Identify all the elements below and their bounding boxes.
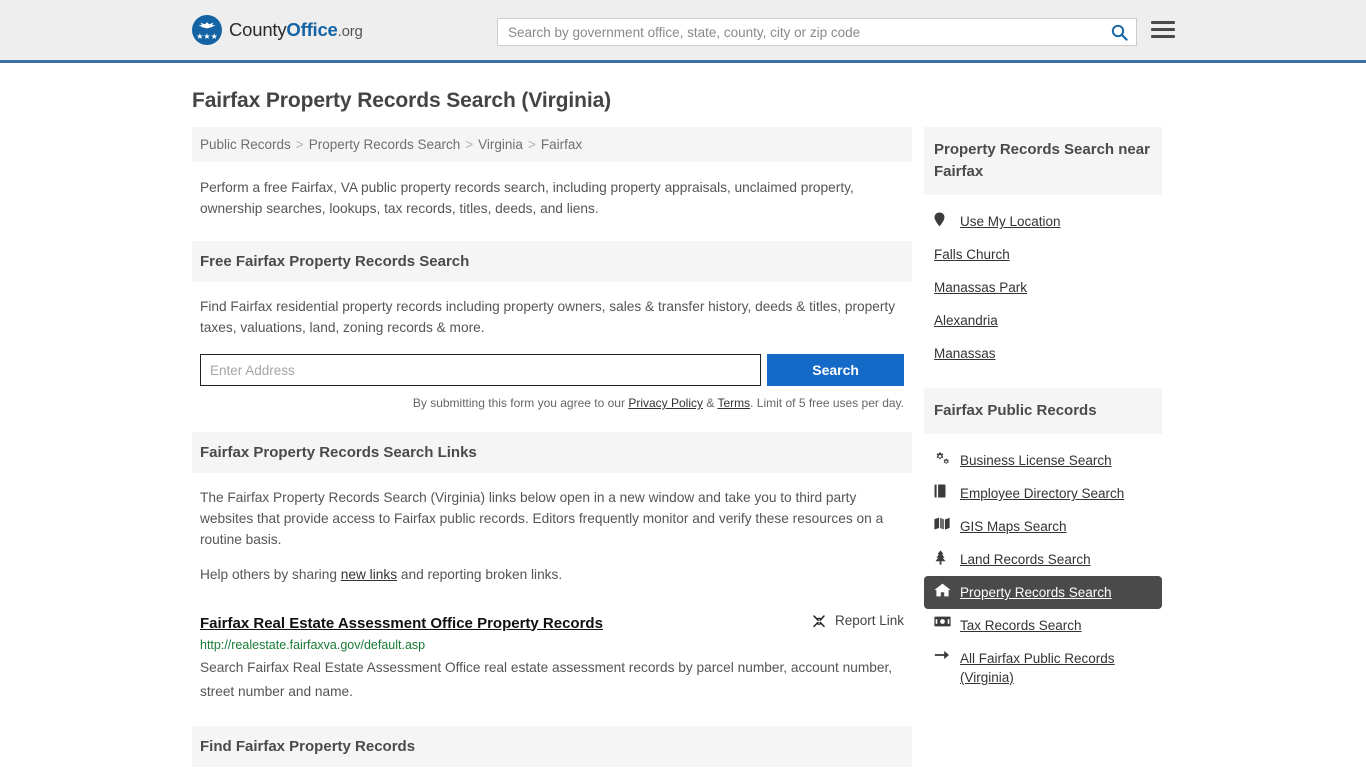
sidebar-item-label[interactable]: All Fairfax Public Records (Virginia) xyxy=(960,649,1152,687)
sidebar-item-label[interactable]: Tax Records Search xyxy=(960,616,1082,635)
sidebar-item-manassas[interactable]: Manassas xyxy=(924,337,1162,370)
hamburger-bar xyxy=(1151,28,1175,31)
sidebar-item-label[interactable]: GIS Maps Search xyxy=(960,517,1067,536)
header-search-box[interactable] xyxy=(497,18,1137,46)
money-icon xyxy=(934,616,951,627)
sidebar-item-employee-directory-search[interactable]: Employee Directory Search xyxy=(924,477,1162,510)
hamburger-menu-icon[interactable] xyxy=(1151,21,1175,38)
report-link-label: Report Link xyxy=(834,613,904,628)
form-disclaimer: By submitting this form you agree to our… xyxy=(200,396,904,410)
help-prefix: Help others by sharing xyxy=(200,567,341,582)
sidebar-item-gis-maps-search[interactable]: GIS Maps Search xyxy=(924,510,1162,543)
page-title: Fairfax Property Records Search (Virgini… xyxy=(192,89,612,112)
sidebar-item-land-records-search[interactable]: Land Records Search xyxy=(924,543,1162,576)
sidebar-item-business-license-search[interactable]: Business License Search xyxy=(924,444,1162,477)
sidebar-item-falls-church[interactable]: Falls Church xyxy=(924,238,1162,271)
search-button[interactable]: Search xyxy=(767,354,904,386)
eagle-seal-icon: ★★★ xyxy=(192,15,222,45)
logo-wordmark: CountyOffice.org xyxy=(229,19,363,41)
disclaimer-suffix: . Limit of 5 free uses per day. xyxy=(750,396,904,410)
site-header: ★★★ CountyOffice.org xyxy=(0,0,1366,63)
home-icon xyxy=(934,583,951,597)
links-section-heading: Fairfax Property Records Search Links xyxy=(192,432,912,473)
sidebar-item-label[interactable]: Falls Church xyxy=(934,245,1010,264)
link-result-item: Fairfax Real Estate Assessment Office Pr… xyxy=(192,599,912,704)
sidebar-public-records-list: Business License Search Employee Directo… xyxy=(924,434,1162,694)
book-icon xyxy=(934,484,951,498)
links-help-line: Help others by sharing new links and rep… xyxy=(200,564,904,585)
free-search-heading: Free Fairfax Property Records Search xyxy=(192,241,912,282)
sidebar-item-manassas-park[interactable]: Manassas Park xyxy=(924,271,1162,304)
logo-text-county: County xyxy=(229,19,287,40)
links-section-body: The Fairfax Property Records Search (Vir… xyxy=(192,473,912,585)
search-icon[interactable] xyxy=(1102,19,1136,45)
search-input[interactable] xyxy=(498,19,1102,45)
report-link-button[interactable]: Report Link xyxy=(811,613,904,628)
free-search-description: Find Fairfax residential property record… xyxy=(200,299,896,335)
site-logo[interactable]: ★★★ CountyOffice.org xyxy=(192,15,363,45)
logo-text-org: .org xyxy=(337,23,363,40)
sidebar-item-label[interactable]: Use My Location xyxy=(960,212,1061,231)
sidebar-nearby-list: Use My Location Falls Church Manassas Pa… xyxy=(924,195,1162,370)
disclaimer-prefix: By submitting this form you agree to our xyxy=(412,396,629,410)
page-intro-text: Perform a free Fairfax, VA public proper… xyxy=(200,180,854,216)
sidebar-item-label[interactable]: Manassas Park xyxy=(934,278,1027,297)
sidebar-item-label[interactable]: Alexandria xyxy=(934,311,998,330)
arrow-right-icon xyxy=(934,649,951,661)
disclaimer-amp: & xyxy=(703,396,718,410)
free-search-body: Find Fairfax residential property record… xyxy=(192,282,912,338)
sidebar-item-all-fairfax-public-records[interactable]: All Fairfax Public Records (Virginia) xyxy=(924,642,1162,694)
map-pin-icon xyxy=(934,212,951,227)
address-input[interactable] xyxy=(200,354,762,386)
links-section-paragraph: The Fairfax Property Records Search (Vir… xyxy=(200,490,884,547)
sidebar-item-use-my-location[interactable]: Use My Location xyxy=(924,205,1162,238)
sidebar-item-alexandria[interactable]: Alexandria xyxy=(924,304,1162,337)
breadcrumb: Public Records > Property Records Search > V… xyxy=(192,127,912,162)
breadcrumb-item-public-records[interactable]: Public Records xyxy=(200,137,291,152)
hamburger-bar xyxy=(1151,35,1175,38)
sidebar-nearby-heading: Property Records Search near Fairfax xyxy=(924,127,1162,195)
sidebar: Property Records Search near Fairfax Use… xyxy=(924,127,1162,694)
result-header-row: Fairfax Real Estate Assessment Office Pr… xyxy=(200,613,904,632)
main-content: Public Records > Property Records Search > V… xyxy=(192,127,912,768)
content-columns: Public Records > Property Records Search > V… xyxy=(192,127,1174,768)
result-description: Search Fairfax Real Estate Assessment Of… xyxy=(200,659,893,699)
logo-text-office: Office xyxy=(286,19,338,40)
cogs-icon xyxy=(934,451,951,465)
new-links-link[interactable]: new links xyxy=(341,567,397,582)
sidebar-item-label[interactable]: Business License Search xyxy=(960,451,1112,470)
address-search-form: Search xyxy=(200,354,904,386)
breadcrumb-separator: > xyxy=(527,137,536,152)
result-title-link[interactable]: Fairfax Real Estate Assessment Office Pr… xyxy=(200,615,603,632)
logo-stars: ★★★ xyxy=(196,32,218,41)
map-icon xyxy=(934,517,951,530)
hamburger-bar xyxy=(1151,21,1175,24)
breadcrumb-item-virginia[interactable]: Virginia xyxy=(478,137,523,152)
sidebar-item-label[interactable]: Land Records Search xyxy=(960,550,1091,569)
broken-link-icon xyxy=(811,614,827,628)
sidebar-item-property-records-search[interactable]: Property Records Search xyxy=(924,576,1162,609)
breadcrumb-separator: > xyxy=(295,137,304,152)
privacy-policy-link[interactable]: Privacy Policy xyxy=(628,396,703,410)
breadcrumb-item-property-records-search[interactable]: Property Records Search xyxy=(309,137,461,152)
sidebar-item-label[interactable]: Property Records Search xyxy=(960,583,1112,602)
sidebar-public-records-heading: Fairfax Public Records xyxy=(924,388,1162,434)
find-section-heading: Find Fairfax Property Records xyxy=(192,725,912,767)
sidebar-item-label[interactable]: Employee Directory Search xyxy=(960,484,1124,503)
help-suffix: and reporting broken links. xyxy=(397,567,563,582)
breadcrumb-separator: > xyxy=(465,137,474,152)
result-url: http://realestate.fairfaxva.gov/default.… xyxy=(200,637,426,652)
sidebar-item-label[interactable]: Manassas xyxy=(934,344,996,363)
terms-link[interactable]: Terms xyxy=(717,396,750,410)
breadcrumb-item-fairfax[interactable]: Fairfax xyxy=(541,137,582,152)
tree-icon xyxy=(934,550,951,565)
page-container: Fairfax Property Records Search (Virgini… xyxy=(0,89,1366,768)
sidebar-item-tax-records-search[interactable]: Tax Records Search xyxy=(924,609,1162,642)
